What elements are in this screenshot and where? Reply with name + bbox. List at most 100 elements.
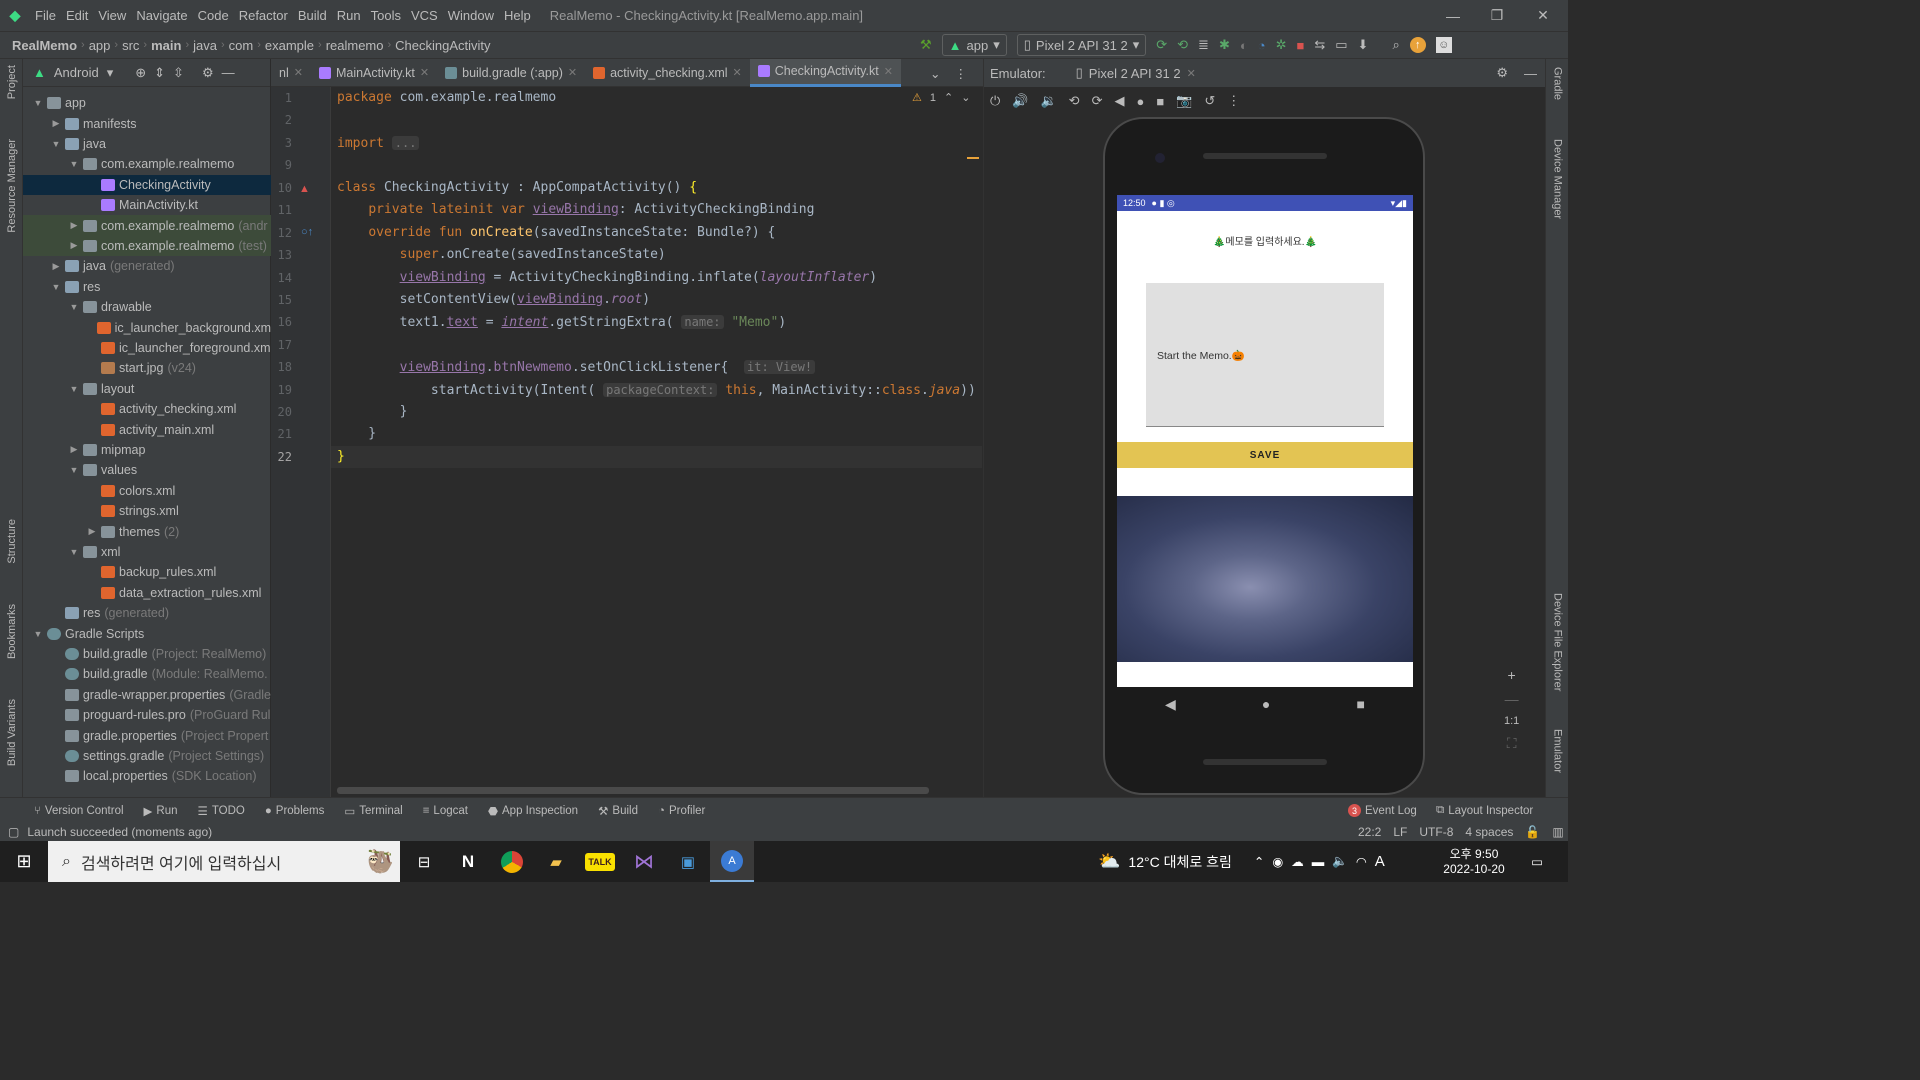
ime-indicator[interactable]: A <box>1375 853 1385 870</box>
rotate-left-icon[interactable]: ⟲ <box>1069 93 1080 109</box>
tree-item[interactable]: ▼ xml <box>23 542 271 562</box>
run-gutter-icon[interactable]: ▲ <box>299 183 310 195</box>
windows-start-icon[interactable]: ⊞ <box>0 841 48 882</box>
bottom-tab-todo[interactable]: ☰ TODO <box>188 804 255 818</box>
hammer-icon[interactable]: ⚒ <box>920 34 932 56</box>
tree-item[interactable]: start.jpg (v24) <box>23 358 271 378</box>
chevron-down-icon[interactable]: ▼ <box>67 547 81 557</box>
menu-item-window[interactable]: Window <box>443 8 499 23</box>
menu-item-run[interactable]: Run <box>332 8 366 23</box>
hide-icon[interactable]: — <box>1524 66 1537 81</box>
chevron-right-icon[interactable]: ▶ <box>67 444 81 455</box>
file-encoding[interactable]: UTF-8 <box>1419 825 1453 839</box>
tree-item[interactable]: ▼ Gradle Scripts <box>23 623 271 643</box>
tool-project[interactable]: Project <box>0 65 23 99</box>
tree-item[interactable]: ▼ values <box>23 460 271 480</box>
zoom-actual-size[interactable]: 1:1 <box>1504 715 1519 727</box>
photos-icon[interactable]: ▣ <box>666 841 710 882</box>
file-explorer-icon[interactable]: ▰ <box>534 841 578 882</box>
wifi-icon[interactable]: ◠ <box>1356 854 1367 869</box>
kakaotalk-icon[interactable]: TALK <box>578 841 622 882</box>
avatar[interactable]: ☺ <box>1435 37 1452 53</box>
close-icon[interactable]: ✕ <box>1520 0 1566 31</box>
editor-tab[interactable]: build.gradle (:app) ✕ <box>437 59 585 87</box>
back-icon[interactable]: ◀ <box>1165 696 1176 713</box>
previous-highlight-icon[interactable]: ⌃ <box>944 91 953 104</box>
zoom-out-icon[interactable]: — <box>1505 691 1519 707</box>
chevron-down-icon[interactable]: ▼ <box>67 159 81 169</box>
battery-icon[interactable]: ▬ <box>1312 855 1325 869</box>
more-icon[interactable]: ⋮ <box>1227 93 1240 109</box>
tree-item[interactable]: ▼ app <box>23 93 271 113</box>
tree-item[interactable]: ic_launcher_background.xm <box>23 317 271 337</box>
power-icon[interactable]: ⏻ <box>990 93 1000 109</box>
bottom-tab-app-inspection[interactable]: ⬣ App Inspection <box>478 804 588 818</box>
tool-device-file-explorer[interactable]: Device File Explorer <box>1546 593 1569 691</box>
tree-item[interactable]: ▼ drawable <box>23 297 271 317</box>
caret-position[interactable]: 22:2 <box>1358 825 1381 839</box>
editor-tab[interactable]: activity_checking.xml ✕ <box>585 59 750 87</box>
layout-inspector-tab[interactable]: ⧉ Layout Inspector <box>1436 804 1533 817</box>
search-icon[interactable]: ⌕ <box>1392 34 1399 56</box>
close-icon[interactable]: ✕ <box>1187 67 1196 80</box>
notion-icon[interactable]: N <box>446 841 490 882</box>
project-view-select[interactable]: Android <box>54 65 99 80</box>
menu-item-tools[interactable]: Tools <box>366 8 406 23</box>
apply-changes-icon[interactable]: ⟳ <box>1156 34 1167 56</box>
warning-icon[interactable]: ⚠ <box>912 91 922 104</box>
collapse-all-icon[interactable]: ⇳ <box>173 65 184 81</box>
tab-list-icon[interactable]: ⌄ <box>930 66 940 81</box>
sdk-manager-icon[interactable]: ⬇ <box>1358 34 1369 56</box>
more-icon[interactable]: ⋮ <box>954 66 967 81</box>
gear-icon[interactable]: ⚙ <box>1496 65 1508 81</box>
run-list-icon[interactable]: ≣ <box>1198 34 1209 56</box>
update-icon[interactable]: ↑ <box>1409 37 1426 53</box>
indent-setting[interactable]: 4 spaces <box>1465 825 1513 839</box>
tree-item[interactable]: ▶ manifests <box>23 113 271 133</box>
stop-icon[interactable]: ■ <box>1296 34 1304 56</box>
bottom-tab-problems[interactable]: ● Problems <box>255 804 335 818</box>
coverage-icon[interactable]: ◐ <box>1240 34 1248 56</box>
apply-code-changes-icon[interactable]: ⟲ <box>1177 34 1188 56</box>
menu-item-edit[interactable]: Edit <box>61 8 93 23</box>
taskbar-search[interactable]: ⌕ 검색하려면 여기에 입력하십시 🦥 <box>48 841 400 882</box>
expand-all-icon[interactable]: ⇕ <box>154 65 165 81</box>
breadcrumb-item[interactable]: CheckingActivity <box>391 38 494 53</box>
zoom-in-icon[interactable]: + <box>1508 667 1516 683</box>
debug-icon[interactable]: ✱ <box>1219 34 1230 56</box>
emulator-device-tab[interactable]: Pixel 2 API 31 2 <box>1089 66 1181 81</box>
breadcrumb-item[interactable]: example <box>261 38 318 53</box>
tool-build-variants[interactable]: Build Variants <box>0 699 23 766</box>
snapshot-icon[interactable]: ↺ <box>1204 93 1215 109</box>
visual-studio-icon[interactable]: ⋈ <box>622 841 666 882</box>
notification-center-icon[interactable]: ▭ <box>1522 841 1552 882</box>
home-icon[interactable]: ● <box>1262 696 1270 712</box>
locate-icon[interactable]: ⊕ <box>135 65 146 81</box>
back-icon[interactable]: ◀ <box>1114 93 1124 109</box>
chevron-right-icon[interactable]: ▶ <box>85 526 99 537</box>
close-icon[interactable]: ✕ <box>568 66 577 79</box>
zoom-fit-icon[interactable]: ⛶ <box>1507 735 1517 752</box>
run-config-select[interactable]: ▲ app ▾ <box>941 34 1007 56</box>
android-studio-task-icon[interactable]: A <box>710 841 754 882</box>
tree-item[interactable]: build.gradle (Project: RealMemo) <box>23 644 271 664</box>
close-icon[interactable]: ✕ <box>420 66 429 79</box>
tree-item[interactable]: CheckingActivity <box>23 174 271 195</box>
breadcrumb-item[interactable]: realmemo <box>322 38 388 53</box>
breadcrumb-item[interactable]: main <box>147 38 185 53</box>
tree-item[interactable]: backup_rules.xml <box>23 562 271 582</box>
warning-marker[interactable] <box>967 157 979 159</box>
line-separator[interactable]: LF <box>1393 825 1407 839</box>
tree-item[interactable]: ▼ com.example.realmemo <box>23 154 271 174</box>
tree-item[interactable]: ▶ com.example.realmemo (andr <box>23 215 271 236</box>
horizontal-scrollbar[interactable] <box>337 787 929 794</box>
overview-icon[interactable]: ■ <box>1156 94 1164 109</box>
chevron-down-icon[interactable]: ▼ <box>67 302 81 312</box>
sync-gradle-icon[interactable]: ⇆ <box>1314 34 1325 56</box>
tool-bookmarks[interactable]: Bookmarks <box>0 604 23 659</box>
tree-item[interactable]: activity_main.xml <box>23 419 271 439</box>
tree-item[interactable]: local.properties (SDK Location) <box>23 766 271 786</box>
menu-item-vcs[interactable]: VCS <box>406 8 443 23</box>
device-select[interactable]: ▯ Pixel 2 API 31 2 ▾ <box>1016 34 1147 56</box>
tree-item[interactable]: colors.xml <box>23 481 271 501</box>
